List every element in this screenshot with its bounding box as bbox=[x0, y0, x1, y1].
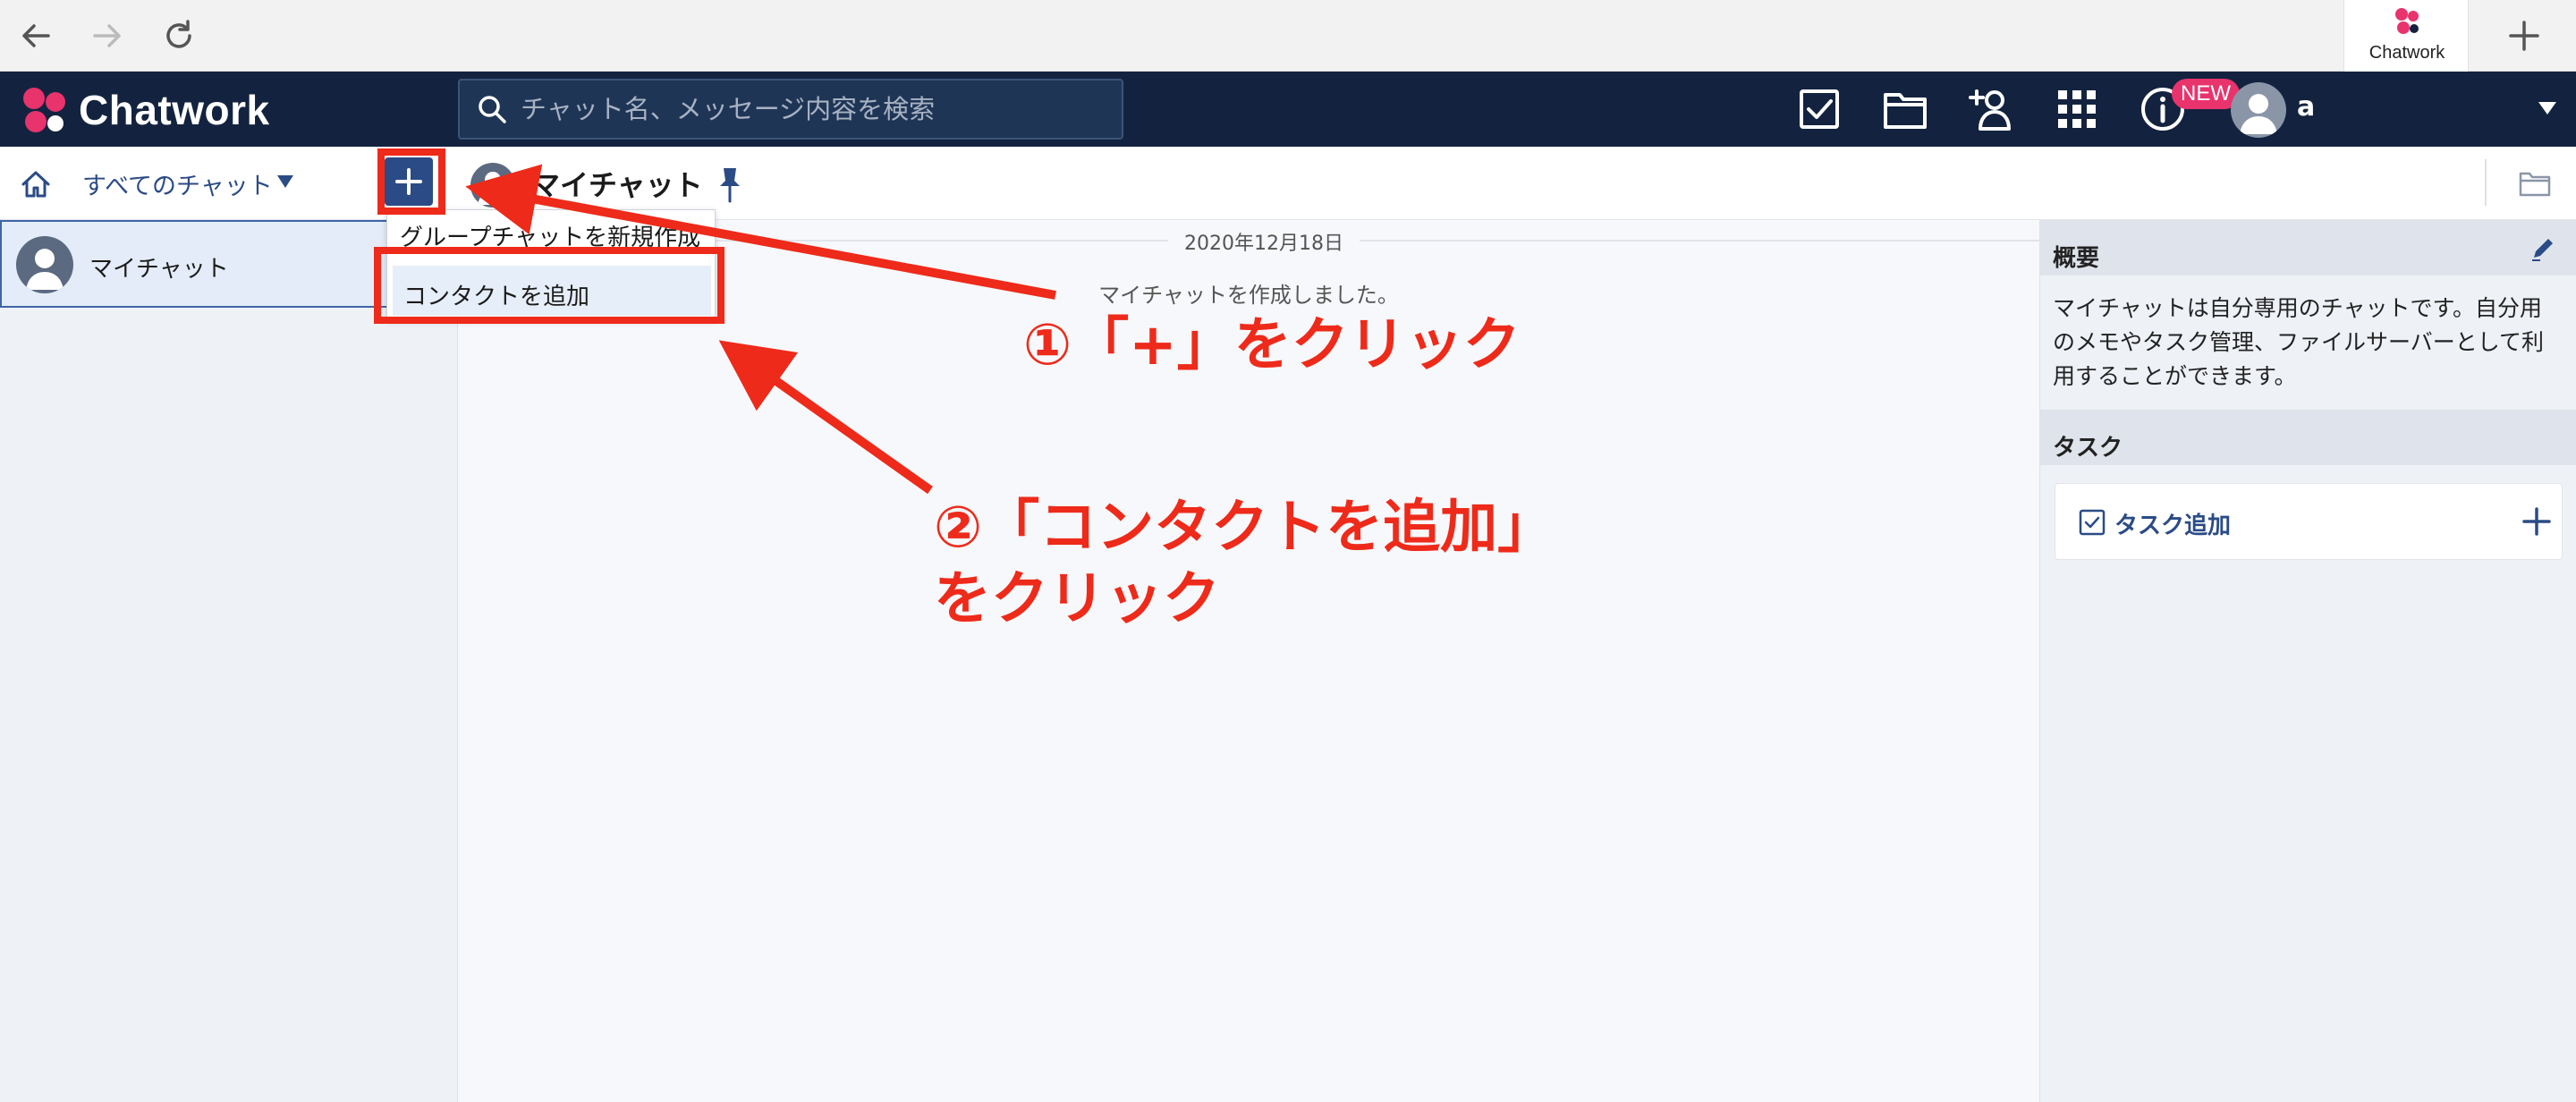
arrow-to-add-contact bbox=[718, 340, 933, 495]
arrow-to-plus-button bbox=[465, 164, 1056, 300]
annotation-step-1: ①「+」をクリック bbox=[1023, 312, 1521, 378]
annotation-step-2-line-2: をクリック bbox=[934, 566, 1220, 632]
annotation-step-2-line-1: ②「コンタクトを追加」 bbox=[934, 495, 1555, 561]
